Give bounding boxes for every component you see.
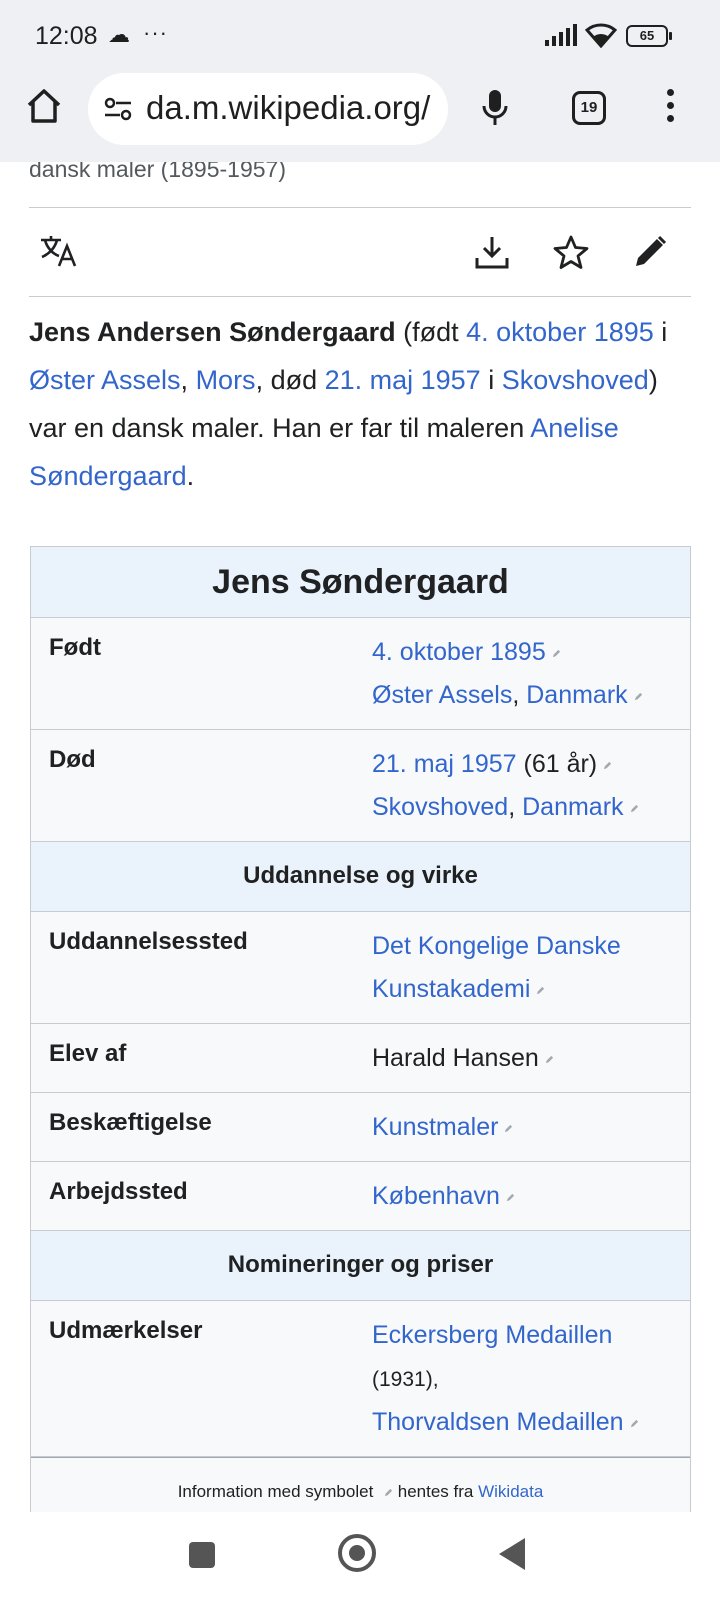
star-icon[interactable] — [552, 234, 590, 270]
battery-icon: 65 — [626, 25, 672, 47]
edit-pencil-icon[interactable] — [630, 1419, 639, 1428]
edit-pencil-icon[interactable] — [552, 649, 561, 658]
row-value: Harald Hansen — [372, 1037, 682, 1080]
row-label: Uddannelsessted — [49, 928, 248, 955]
link-died-place[interactable]: Skovshoved — [372, 793, 508, 821]
edit-pencil-icon[interactable] — [506, 1193, 515, 1202]
divider — [29, 296, 691, 297]
link-birth-place[interactable]: Øster Assels — [29, 365, 181, 395]
more-menu-icon[interactable] — [667, 89, 675, 128]
infobox-section-header: Nomineringer og priser — [31, 1231, 690, 1301]
link-died-country[interactable]: Danmark — [522, 793, 623, 821]
edit-icon[interactable] — [632, 234, 668, 270]
link-born-date[interactable]: 4. oktober 1895 — [372, 638, 546, 666]
article-toolbar — [29, 208, 691, 296]
edit-pencil-icon — [384, 1488, 393, 1497]
edit-pencil-icon[interactable] — [545, 1055, 554, 1064]
link-birth-date[interactable]: 4. oktober 1895 — [466, 317, 654, 347]
edit-pencil-icon[interactable] — [630, 804, 639, 813]
back-button[interactable] — [499, 1538, 525, 1570]
link-died-date[interactable]: 21. maj 1957 — [372, 750, 517, 778]
row-value: 4. oktober 1895 Øster Assels, Danmark — [372, 631, 682, 717]
article-intro: Jens Andersen Søndergaard (født 4. oktob… — [29, 317, 668, 491]
row-label: Død — [49, 746, 96, 773]
infobox-row-occupation: Beskæftigelse Kunstmaler — [31, 1093, 690, 1162]
system-navigation-bar — [0, 1512, 720, 1600]
link-death-place[interactable]: Skovshoved — [502, 365, 649, 395]
row-value: Det Kongelige Danske Kunstakademi — [372, 925, 682, 1011]
infobox-footer: Information med symbolet hentes fra Wiki… — [31, 1457, 690, 1512]
row-label: Beskæftigelse — [49, 1109, 212, 1136]
award-1-year: (1931), — [372, 1368, 439, 1391]
translate-icon[interactable] — [39, 234, 79, 268]
link-education[interactable]: Det Kongelige Danske Kunstakademi — [372, 932, 621, 1003]
infobox-row-died: Død 21. maj 1957 (61 år) Skovshoved, Dan… — [31, 730, 690, 842]
recents-button[interactable] — [189, 1542, 215, 1568]
link-wikidata[interactable]: Wikidata — [478, 1482, 543, 1501]
tab-switcher-button[interactable]: 19 — [572, 91, 606, 125]
link-occupation[interactable]: Kunstmaler — [372, 1113, 498, 1141]
home-icon[interactable] — [24, 86, 64, 126]
wifi-icon — [585, 23, 617, 48]
infobox-section-header: Uddannelse og virke — [31, 842, 690, 912]
infobox-title: Jens Søndergaard — [31, 547, 690, 618]
home-button[interactable] — [338, 1534, 376, 1572]
row-value: Eckersberg Medaillen (1931), Thorvaldsen… — [372, 1314, 682, 1444]
link-award-1[interactable]: Eckersberg Medaillen — [372, 1321, 612, 1349]
signal-icon — [545, 24, 577, 46]
edit-pencil-icon[interactable] — [634, 692, 643, 701]
page-content: dansk maler (1895-1957) Jens Andersen Sø… — [0, 162, 720, 1512]
row-value: 21. maj 1957 (61 år) Skovshoved, Danmark — [372, 743, 682, 829]
infobox-row-born: Født 4. oktober 1895 Øster Assels, Danma… — [31, 618, 690, 730]
edit-pencil-icon[interactable] — [536, 986, 545, 995]
address-bar[interactable]: da.m.wikipedia.org/ — [88, 73, 448, 145]
infobox-row-student-of: Elev af Harald Hansen — [31, 1024, 690, 1093]
row-label: Udmærkelser — [49, 1317, 203, 1344]
row-label: Født — [49, 634, 101, 661]
link-award-2[interactable]: Thorvaldsen Medaillen — [372, 1408, 624, 1436]
died-age: (61 år) — [516, 750, 598, 778]
infobox-row-workplace: Arbejdssted København — [31, 1162, 690, 1231]
status-time: 12:08 — [35, 22, 98, 50]
download-icon[interactable] — [474, 234, 510, 270]
infobox-row-awards: Udmærkelser Eckersberg Medaillen (1931),… — [31, 1301, 690, 1457]
link-death-date[interactable]: 21. maj 1957 — [325, 365, 481, 395]
row-value: Kunstmaler — [372, 1106, 682, 1149]
article-subtitle: dansk maler (1895-1957) — [29, 162, 286, 182]
article-subject: Jens Andersen Søndergaard — [29, 317, 396, 347]
row-label: Arbejdssted — [49, 1178, 188, 1205]
cloud-icon: ☁ — [108, 22, 130, 47]
microphone-icon[interactable] — [480, 88, 510, 128]
infobox-row-education: Uddannelsessted Det Kongelige Danske Kun… — [31, 912, 690, 1024]
row-label: Elev af — [49, 1040, 127, 1067]
edit-pencil-icon[interactable] — [603, 761, 612, 770]
site-settings-icon[interactable] — [104, 97, 132, 121]
infobox: Jens Søndergaard Født 4. oktober 1895 Øs… — [30, 546, 691, 1512]
url-text[interactable]: da.m.wikipedia.org/ — [146, 89, 430, 127]
edit-pencil-icon[interactable] — [504, 1124, 513, 1133]
link-workplace[interactable]: København — [372, 1182, 500, 1210]
link-birth-region[interactable]: Mors — [196, 365, 256, 395]
status-more: ··· — [143, 20, 168, 45]
status-bar: 12:08 ☁ ··· 65 — [0, 0, 720, 68]
row-value: København — [372, 1175, 682, 1218]
link-born-place[interactable]: Øster Assels — [372, 681, 512, 709]
link-born-country[interactable]: Danmark — [526, 681, 627, 709]
student-of-value: Harald Hansen — [372, 1044, 539, 1072]
browser-chrome: 12:08 ☁ ··· 65 da.m.wikipedia.org/ 19 — [0, 0, 720, 162]
